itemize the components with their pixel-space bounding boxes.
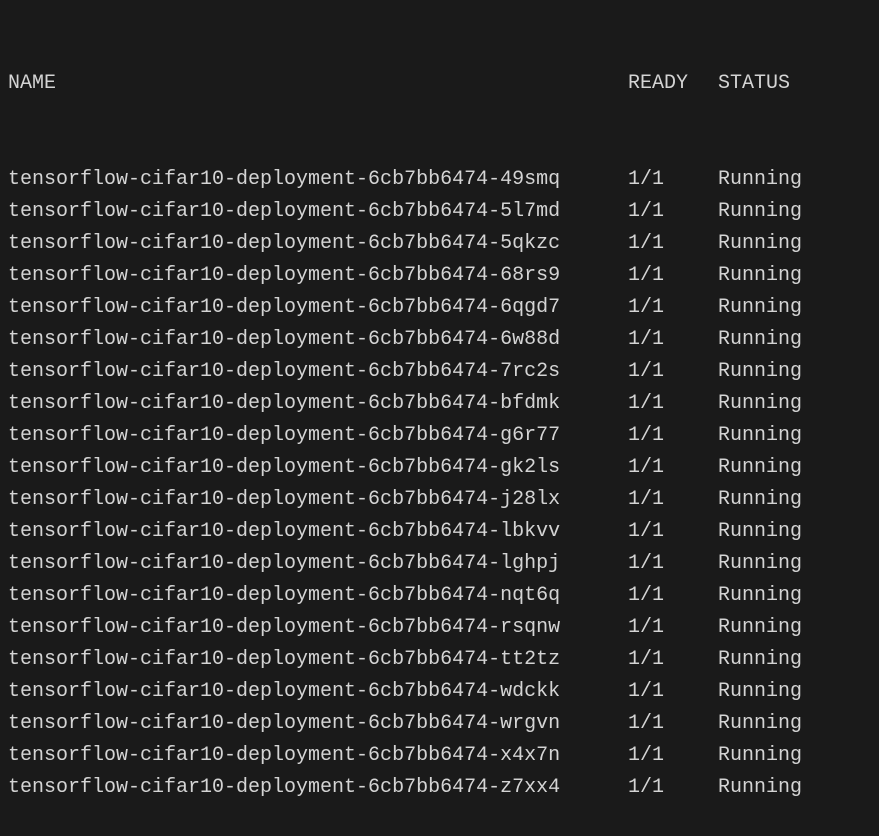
pod-ready: 1/1	[628, 644, 718, 676]
pod-status: Running	[718, 708, 802, 740]
pod-ready: 1/1	[628, 740, 718, 772]
pod-status: Running	[718, 356, 802, 388]
table-row: tensorflow-cifar10-deployment-6cb7bb6474…	[8, 772, 871, 804]
pod-status: Running	[718, 644, 802, 676]
table-row: tensorflow-cifar10-deployment-6cb7bb6474…	[8, 420, 871, 452]
pod-ready: 1/1	[628, 164, 718, 196]
table-row: tensorflow-cifar10-deployment-6cb7bb6474…	[8, 292, 871, 324]
pod-name: tensorflow-cifar10-deployment-6cb7bb6474…	[8, 740, 628, 772]
table-row: tensorflow-cifar10-deployment-6cb7bb6474…	[8, 516, 871, 548]
pod-status: Running	[718, 772, 802, 804]
pod-name: tensorflow-cifar10-deployment-6cb7bb6474…	[8, 612, 628, 644]
pod-name: tensorflow-cifar10-deployment-6cb7bb6474…	[8, 708, 628, 740]
pod-name: tensorflow-cifar10-deployment-6cb7bb6474…	[8, 420, 628, 452]
pod-ready: 1/1	[628, 676, 718, 708]
pod-status: Running	[718, 420, 802, 452]
pod-name: tensorflow-cifar10-deployment-6cb7bb6474…	[8, 516, 628, 548]
pod-name: tensorflow-cifar10-deployment-6cb7bb6474…	[8, 676, 628, 708]
pod-name: tensorflow-cifar10-deployment-6cb7bb6474…	[8, 548, 628, 580]
pod-status: Running	[718, 612, 802, 644]
pod-ready: 1/1	[628, 196, 718, 228]
pod-status: Running	[718, 260, 802, 292]
table-row: tensorflow-cifar10-deployment-6cb7bb6474…	[8, 740, 871, 772]
pod-name: tensorflow-cifar10-deployment-6cb7bb6474…	[8, 260, 628, 292]
pod-name: tensorflow-cifar10-deployment-6cb7bb6474…	[8, 484, 628, 516]
pod-ready: 1/1	[628, 420, 718, 452]
pod-name: tensorflow-cifar10-deployment-6cb7bb6474…	[8, 644, 628, 676]
pod-status: Running	[718, 164, 802, 196]
pod-ready: 1/1	[628, 580, 718, 612]
header-ready: READY	[628, 68, 718, 100]
table-row: tensorflow-cifar10-deployment-6cb7bb6474…	[8, 644, 871, 676]
pod-status: Running	[718, 516, 802, 548]
pod-name: tensorflow-cifar10-deployment-6cb7bb6474…	[8, 452, 628, 484]
pod-status: Running	[718, 228, 802, 260]
pod-name: tensorflow-cifar10-deployment-6cb7bb6474…	[8, 196, 628, 228]
pod-status: Running	[718, 388, 802, 420]
pod-ready: 1/1	[628, 708, 718, 740]
table-row: tensorflow-cifar10-deployment-6cb7bb6474…	[8, 356, 871, 388]
table-header-row: NAME READY STATUS	[8, 68, 871, 100]
header-name: NAME	[8, 68, 628, 100]
table-row: tensorflow-cifar10-deployment-6cb7bb6474…	[8, 580, 871, 612]
pod-status: Running	[718, 580, 802, 612]
pod-name: tensorflow-cifar10-deployment-6cb7bb6474…	[8, 164, 628, 196]
header-status: STATUS	[718, 68, 790, 100]
pod-status: Running	[718, 324, 802, 356]
pod-ready: 1/1	[628, 612, 718, 644]
pod-status: Running	[718, 484, 802, 516]
pod-name: tensorflow-cifar10-deployment-6cb7bb6474…	[8, 356, 628, 388]
table-row: tensorflow-cifar10-deployment-6cb7bb6474…	[8, 196, 871, 228]
table-row: tensorflow-cifar10-deployment-6cb7bb6474…	[8, 676, 871, 708]
table-row: tensorflow-cifar10-deployment-6cb7bb6474…	[8, 388, 871, 420]
pod-ready: 1/1	[628, 388, 718, 420]
pod-status: Running	[718, 548, 802, 580]
pod-ready: 1/1	[628, 292, 718, 324]
pod-name: tensorflow-cifar10-deployment-6cb7bb6474…	[8, 580, 628, 612]
terminal-output: NAME READY STATUS tensorflow-cifar10-dep…	[8, 4, 871, 836]
pod-ready: 1/1	[628, 772, 718, 804]
table-row: tensorflow-cifar10-deployment-6cb7bb6474…	[8, 612, 871, 644]
pod-name: tensorflow-cifar10-deployment-6cb7bb6474…	[8, 772, 628, 804]
table-row: tensorflow-cifar10-deployment-6cb7bb6474…	[8, 708, 871, 740]
pod-status: Running	[718, 292, 802, 324]
table-row: tensorflow-cifar10-deployment-6cb7bb6474…	[8, 452, 871, 484]
pod-name: tensorflow-cifar10-deployment-6cb7bb6474…	[8, 228, 628, 260]
pods-list: tensorflow-cifar10-deployment-6cb7bb6474…	[8, 164, 871, 804]
table-row: tensorflow-cifar10-deployment-6cb7bb6474…	[8, 484, 871, 516]
pod-name: tensorflow-cifar10-deployment-6cb7bb6474…	[8, 388, 628, 420]
pod-name: tensorflow-cifar10-deployment-6cb7bb6474…	[8, 324, 628, 356]
table-row: tensorflow-cifar10-deployment-6cb7bb6474…	[8, 324, 871, 356]
pod-ready: 1/1	[628, 484, 718, 516]
pod-ready: 1/1	[628, 452, 718, 484]
table-row: tensorflow-cifar10-deployment-6cb7bb6474…	[8, 228, 871, 260]
table-row: tensorflow-cifar10-deployment-6cb7bb6474…	[8, 548, 871, 580]
pod-status: Running	[718, 196, 802, 228]
pod-ready: 1/1	[628, 548, 718, 580]
pod-ready: 1/1	[628, 228, 718, 260]
pod-name: tensorflow-cifar10-deployment-6cb7bb6474…	[8, 292, 628, 324]
pod-ready: 1/1	[628, 356, 718, 388]
pod-ready: 1/1	[628, 516, 718, 548]
table-row: tensorflow-cifar10-deployment-6cb7bb6474…	[8, 260, 871, 292]
table-row: tensorflow-cifar10-deployment-6cb7bb6474…	[8, 164, 871, 196]
pod-status: Running	[718, 452, 802, 484]
pod-ready: 1/1	[628, 260, 718, 292]
pod-ready: 1/1	[628, 324, 718, 356]
pod-status: Running	[718, 740, 802, 772]
pod-status: Running	[718, 676, 802, 708]
